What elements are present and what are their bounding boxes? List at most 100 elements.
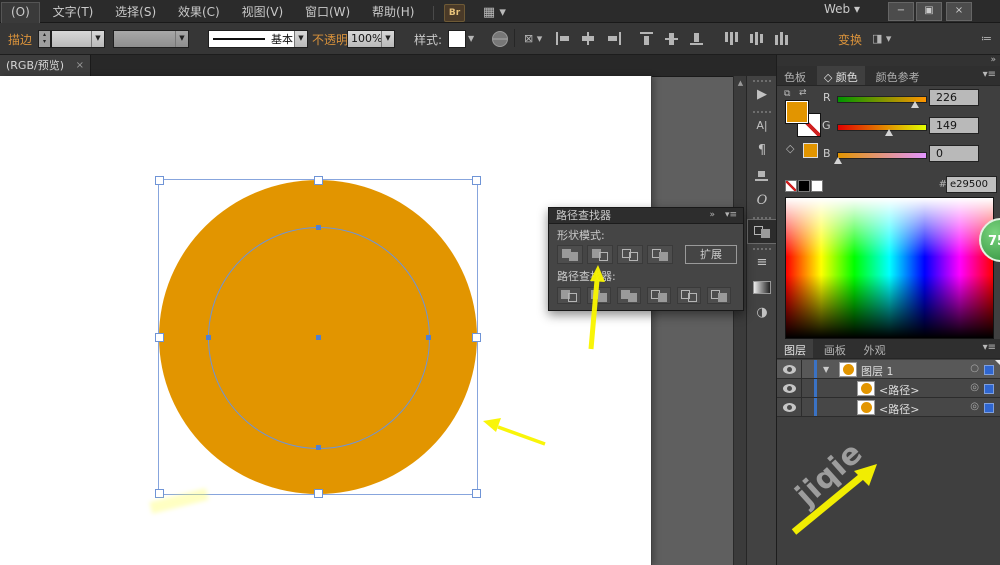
panel-menu-icon[interactable]: ▾≡ — [983, 69, 996, 80]
fill-stroke-mini-icon[interactable]: ⧉ — [784, 89, 790, 99]
value-g[interactable]: 149 — [929, 117, 979, 134]
anchor-point[interactable] — [316, 225, 321, 230]
menu-select[interactable]: 选择(S) — [106, 0, 165, 22]
path-row[interactable]: <路径> ◎ — [777, 379, 1000, 398]
intersect-button[interactable] — [617, 245, 643, 264]
white-swatch[interactable] — [811, 180, 823, 192]
shape-properties-icon[interactable]: ◨ ▾ — [872, 32, 891, 45]
last-color-swatch[interactable] — [803, 143, 818, 158]
workspace-switcher[interactable]: Web ▾ — [824, 2, 860, 16]
3d-color-icon[interactable]: ◇ — [786, 142, 794, 155]
center-point[interactable] — [316, 335, 321, 340]
align-top-icon[interactable] — [640, 32, 655, 45]
anchor-point[interactable] — [316, 445, 321, 450]
actions-panel-icon[interactable]: ▶ — [747, 82, 777, 107]
bbox-handle-w[interactable] — [155, 333, 164, 342]
tab-artboards[interactable]: 画板 — [817, 339, 853, 358]
document-tab[interactable]: (RGB/预览) × — [0, 55, 91, 76]
collapse-panel-icon[interactable]: » — [709, 208, 715, 223]
opentype-panel-icon[interactable]: O — [747, 188, 777, 213]
panel-options-icon[interactable]: ≔ — [981, 32, 992, 45]
layer-thumbnail[interactable] — [839, 362, 857, 377]
menu-type[interactable]: 文字(T) — [44, 0, 103, 22]
arrange-documents-icon[interactable]: ▦ ▾ — [483, 5, 506, 20]
target-circle-icon[interactable]: ◎ — [970, 382, 979, 393]
transform-label[interactable]: 变换 — [838, 31, 862, 48]
selection-bounding-box[interactable] — [158, 179, 478, 495]
bridge-icon[interactable]: Br — [444, 4, 465, 22]
tab-close-icon[interactable]: × — [76, 55, 84, 76]
selected-art-indicator[interactable] — [984, 365, 994, 375]
tab-color[interactable]: ◇ 颜色 — [817, 66, 865, 85]
fill-swatch[interactable] — [785, 100, 809, 124]
panel-menu-icon[interactable]: ▾≡ — [725, 208, 737, 223]
none-swatch[interactable] — [785, 180, 797, 192]
hex-input[interactable]: e29500 — [946, 176, 997, 193]
distribute-bottom-icon[interactable] — [774, 32, 789, 45]
stroke-style-combo[interactable]: 基本 — [208, 30, 300, 48]
character-panel-icon[interactable]: A| — [747, 113, 777, 138]
visibility-eye-icon[interactable] — [783, 384, 796, 393]
panel-menu-icon[interactable]: ▾≡ — [983, 342, 996, 353]
restore-button[interactable]: ▣ — [916, 2, 942, 21]
distribute-vcenter-icon[interactable] — [749, 32, 764, 45]
bbox-handle-s[interactable] — [314, 489, 323, 498]
gradient-panel-icon[interactable] — [747, 275, 777, 300]
align-hcenter-icon[interactable] — [581, 32, 596, 45]
slider-b[interactable] — [837, 152, 927, 159]
menu-window[interactable]: 窗口(W) — [296, 0, 359, 22]
visibility-eye-icon[interactable] — [783, 365, 796, 374]
paragraph-panel-icon[interactable]: ¶ — [747, 138, 777, 163]
pathfinder-panel[interactable]: 路径查找器 » ▾≡ 形状模式: 扩展 路径查找器: — [548, 207, 744, 311]
brush-combo[interactable]: ▼ — [113, 30, 189, 48]
align-left-icon[interactable] — [556, 32, 571, 45]
bbox-handle-ne[interactable] — [472, 176, 481, 185]
align-bottom-icon[interactable] — [690, 32, 705, 45]
exclude-button[interactable] — [647, 245, 673, 264]
visibility-eye-icon[interactable] — [783, 403, 796, 412]
path-name[interactable]: <路径> — [879, 401, 919, 417]
path-row[interactable]: <路径> ◎ — [777, 398, 1000, 417]
bbox-handle-n[interactable] — [314, 176, 323, 185]
align-right-icon[interactable] — [606, 32, 621, 45]
path-thumbnail[interactable] — [857, 400, 875, 415]
anchor-point[interactable] — [426, 335, 431, 340]
selected-art-indicator[interactable] — [984, 403, 994, 413]
distribute-top-icon[interactable] — [724, 32, 739, 45]
target-circle-icon[interactable]: ◎ — [970, 401, 979, 412]
menu-effect[interactable]: 效果(C) — [169, 0, 229, 22]
bbox-handle-nw[interactable] — [155, 176, 164, 185]
swap-fill-stroke-icon[interactable]: ⇄ — [799, 88, 807, 98]
stroke-panel-icon[interactable]: ≡ — [747, 250, 777, 275]
bbox-handle-e[interactable] — [472, 333, 481, 342]
align-panel-icon[interactable] — [747, 163, 777, 188]
align-to-icon[interactable]: ⊠ ▾ — [524, 32, 542, 45]
value-b[interactable]: 0 — [929, 145, 979, 162]
menu-help[interactable]: 帮助(H) — [363, 0, 423, 22]
bbox-handle-se[interactable] — [472, 489, 481, 498]
merge-button[interactable] — [617, 287, 641, 304]
layer-row[interactable]: ▼ 图层 1 ○ — [777, 360, 1000, 379]
value-r[interactable]: 226 — [929, 89, 979, 106]
document-setup-icon[interactable] — [492, 31, 508, 47]
bbox-handle-sw[interactable] — [155, 489, 164, 498]
path-name[interactable]: <路径> — [879, 382, 919, 398]
opacity-combo[interactable]: 100%▼ — [347, 30, 395, 48]
tab-color-guide[interactable]: 颜色参考 — [869, 66, 927, 85]
selected-art-indicator[interactable] — [984, 384, 994, 394]
transparency-panel-icon[interactable]: ◑ — [747, 300, 777, 325]
anchor-point[interactable] — [206, 335, 211, 340]
outline-button[interactable] — [677, 287, 701, 304]
unite-button[interactable] — [557, 245, 583, 264]
style-caret[interactable]: ▼ — [468, 34, 474, 43]
close-button[interactable]: × — [946, 2, 972, 21]
minimize-button[interactable]: − — [888, 2, 914, 21]
target-circle-icon[interactable]: ○ — [970, 363, 979, 374]
stroke-weight-stepper[interactable]: ▴▾ — [38, 30, 51, 48]
menu-view[interactable]: 视图(V) — [233, 0, 293, 22]
black-swatch[interactable] — [798, 180, 810, 192]
minus-back-button[interactable] — [707, 287, 731, 304]
tab-layers[interactable]: 图层 — [777, 339, 813, 358]
artboard[interactable] — [0, 76, 652, 565]
crop-button[interactable] — [647, 287, 671, 304]
